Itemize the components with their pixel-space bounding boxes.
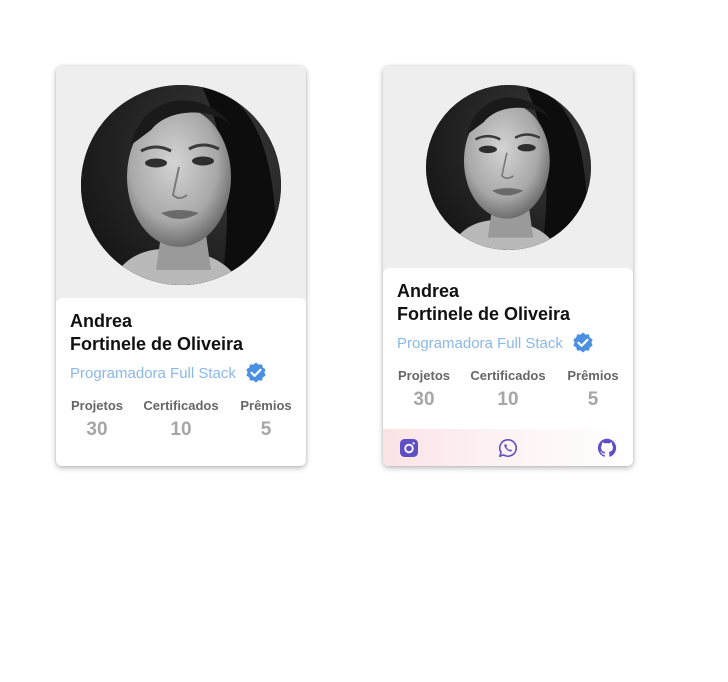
stat-premios: Prêmios 5 bbox=[238, 398, 294, 441]
stats-row: Projetos 30 Certificados 10 Prêmios 5 bbox=[56, 398, 306, 448]
whatsapp-icon[interactable] bbox=[498, 438, 518, 458]
stat-label: Certificados bbox=[470, 368, 546, 383]
stat-label: Projetos bbox=[397, 368, 450, 383]
github-icon[interactable] bbox=[597, 438, 617, 458]
card-header-background bbox=[56, 66, 306, 306]
stat-label: Prêmios bbox=[240, 398, 292, 413]
stat-value: 30 bbox=[413, 389, 435, 410]
stat-projetos: Projetos 30 bbox=[397, 368, 451, 411]
stat-certificados: Certificados 10 bbox=[142, 398, 220, 441]
profile-card-2: Andrea Fortinele de Oliveira Programador… bbox=[383, 66, 633, 466]
profile-name-first: Andrea bbox=[70, 311, 133, 331]
profile-card-1: Andrea Fortinele de Oliveira Programador… bbox=[56, 66, 306, 466]
profile-name-last: Fortinele de Oliveira bbox=[70, 334, 244, 354]
stat-label: Certificados bbox=[143, 398, 219, 413]
avatar-photo bbox=[81, 85, 281, 285]
stat-projetos: Projetos 30 bbox=[70, 398, 124, 441]
role-row: Programadora Full Stack bbox=[397, 331, 595, 355]
profile-role: Programadora Full Stack bbox=[70, 364, 236, 382]
profile-name: Andrea Fortinele de Oliveira bbox=[70, 310, 243, 356]
stat-certificados: Certificados 10 bbox=[469, 368, 547, 411]
avatar bbox=[426, 85, 591, 250]
stat-value: 5 bbox=[260, 419, 272, 440]
role-row: Programadora Full Stack bbox=[70, 361, 268, 385]
avatar bbox=[81, 85, 281, 285]
stat-value: 5 bbox=[587, 389, 599, 410]
profile-role: Programadora Full Stack bbox=[397, 334, 563, 352]
stat-premios: Prêmios 5 bbox=[565, 368, 621, 411]
stat-value: 30 bbox=[86, 419, 108, 440]
stat-label: Prêmios bbox=[567, 368, 619, 383]
instagram-icon[interactable] bbox=[399, 438, 419, 458]
card-header-background bbox=[383, 66, 633, 276]
verified-badge-icon bbox=[573, 332, 593, 353]
profile-name-first: Andrea bbox=[397, 281, 460, 301]
profile-name-last: Fortinele de Oliveira bbox=[397, 304, 571, 324]
avatar-photo bbox=[426, 85, 591, 250]
stat-value: 10 bbox=[170, 419, 192, 440]
card-info: Andrea Fortinele de Oliveira Programador… bbox=[56, 298, 306, 466]
stat-value: 10 bbox=[497, 389, 519, 410]
card-info: Andrea Fortinele de Oliveira Programador… bbox=[383, 268, 633, 466]
stats-row: Projetos 30 Certificados 10 Prêmios 5 bbox=[383, 368, 633, 418]
stat-label: Projetos bbox=[70, 398, 123, 413]
verified-badge-icon bbox=[246, 362, 266, 383]
social-links-bar bbox=[383, 429, 633, 466]
page-canvas: Andrea Fortinele de Oliveira Programador… bbox=[0, 0, 728, 682]
profile-name: Andrea Fortinele de Oliveira bbox=[397, 280, 570, 326]
